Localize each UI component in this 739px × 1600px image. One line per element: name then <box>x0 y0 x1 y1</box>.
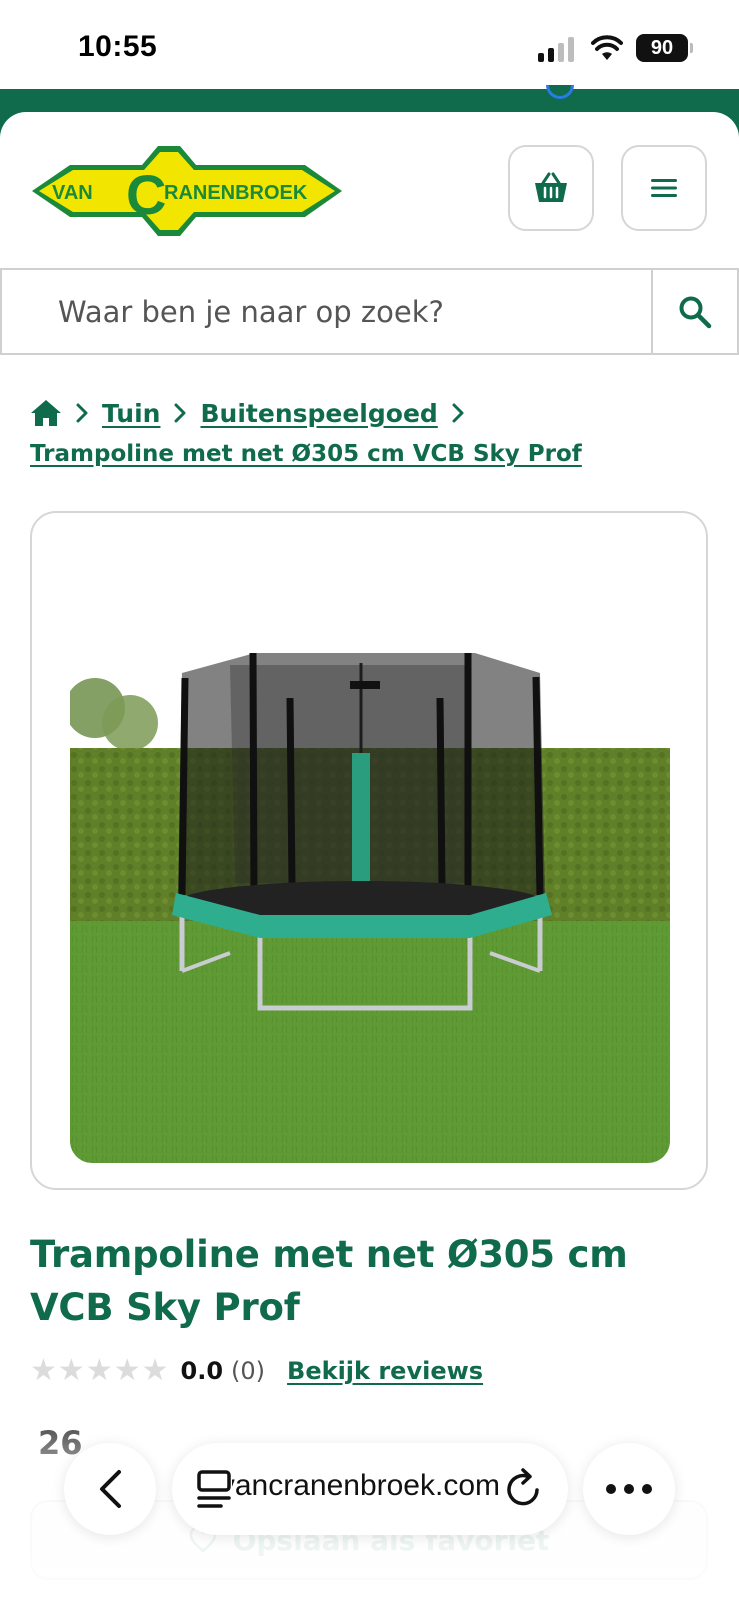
breadcrumb: Tuin Buitenspeelgoed Trampoline met net … <box>30 395 720 472</box>
battery-indicator: 90 <box>636 34 693 62</box>
product-photo-trampoline <box>70 653 670 1163</box>
product-rating: ★ ★ ★ ★ ★ 0.0 (0) Bekijk reviews <box>30 1353 483 1389</box>
rating-stars: ★ ★ ★ ★ ★ <box>30 1356 169 1386</box>
hamburger-menu-icon <box>651 179 677 197</box>
search-input[interactable] <box>4 270 654 353</box>
banner-indicator-icon <box>546 85 574 99</box>
search-button[interactable] <box>651 270 737 353</box>
cellular-signal-icon <box>538 36 578 62</box>
menu-button[interactable] <box>621 145 707 231</box>
breadcrumb-link-current-product[interactable]: Trampoline met net Ø305 cm VCB Sky Prof <box>30 441 582 467</box>
rating-count: (0) <box>231 1357 266 1385</box>
star-icon: ★ <box>30 1353 57 1388</box>
rating-value: 0.0 <box>180 1357 224 1385</box>
status-bar: 10:55 90 <box>0 0 739 90</box>
chevron-right-icon <box>452 403 464 423</box>
browser-url-text: vancranenbroek.com <box>232 1469 500 1502</box>
status-time: 10:55 <box>78 30 158 63</box>
star-icon: ★ <box>141 1353 169 1388</box>
star-icon: ★ <box>57 1353 85 1388</box>
more-dots-icon <box>606 1484 652 1494</box>
wifi-icon <box>591 35 623 60</box>
product-image-card[interactable] <box>30 511 708 1190</box>
svg-text:C: C <box>126 163 166 226</box>
site-header: VAN C RANENBROEK <box>0 112 739 267</box>
browser-more-button[interactable] <box>583 1443 675 1535</box>
page-menu-icon[interactable] <box>196 1469 232 1509</box>
browser-back-button[interactable] <box>64 1443 156 1535</box>
product-title: Trampoline met net Ø305 cm VCB Sky Prof <box>30 1233 628 1329</box>
star-icon: ★ <box>85 1353 113 1388</box>
svg-text:RANENBROEK: RANENBROEK <box>164 182 308 204</box>
star-icon: ★ <box>113 1353 141 1388</box>
chevron-left-icon <box>100 1470 121 1508</box>
breadcrumb-link-buitenspeelgoed[interactable]: Buitenspeelgoed <box>200 399 437 428</box>
svg-text:VAN: VAN <box>52 182 93 204</box>
reload-icon[interactable] <box>504 1468 544 1510</box>
vancranenbroek-logo[interactable]: VAN C RANENBROEK <box>30 144 344 238</box>
chevron-right-icon <box>174 403 186 423</box>
browser-address-bar[interactable]: vancranenbroek.com <box>172 1443 568 1535</box>
search-bar <box>0 268 739 355</box>
cart-button[interactable] <box>508 145 594 231</box>
basket-icon <box>535 172 567 202</box>
breadcrumb-link-tuin[interactable]: Tuin <box>102 399 160 428</box>
chevron-right-icon <box>76 403 88 423</box>
view-reviews-link[interactable]: Bekijk reviews <box>287 1357 483 1385</box>
search-icon <box>679 296 712 328</box>
home-icon[interactable] <box>30 399 62 427</box>
